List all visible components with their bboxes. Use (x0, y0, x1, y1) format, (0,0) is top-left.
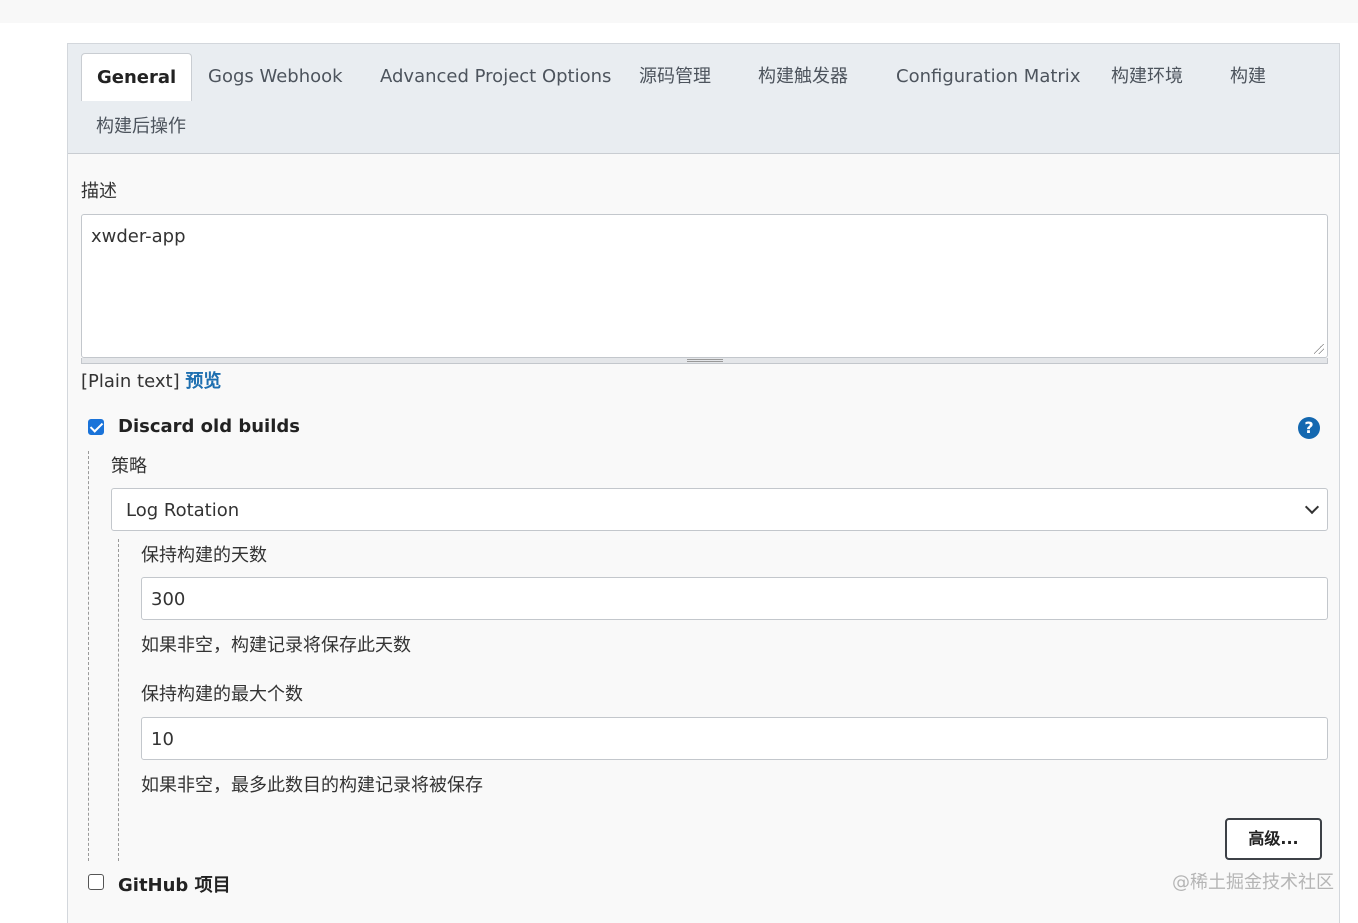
days-to-keep-input[interactable]: 300 (141, 577, 1328, 620)
github-project-label[interactable]: GitHub 项目 (118, 871, 231, 897)
github-project-checkbox[interactable] (88, 874, 104, 890)
discard-old-builds-label[interactable]: Discard old builds (118, 416, 300, 437)
chevron-down-icon (1304, 499, 1320, 515)
format-text: [Plain text] (81, 371, 180, 392)
max-builds-help: 如果非空，最多此数目的构建记录将被保存 (141, 775, 483, 796)
days-to-keep-label: 保持构建的天数 (141, 545, 267, 566)
tab-general[interactable]: General (81, 53, 193, 101)
max-builds-input[interactable]: 10 (141, 717, 1328, 760)
preview-link[interactable]: 预览 (185, 371, 221, 392)
description-label: 描述 (81, 181, 117, 202)
tab-bar: General Gogs Webhook Advanced Project Op… (68, 44, 1339, 154)
discard-section-guide (88, 451, 89, 861)
tab-build-environment[interactable]: 构建环境 (1096, 53, 1198, 101)
advanced-button[interactable]: 高级... (1225, 818, 1322, 860)
tab-source-management[interactable]: 源码管理 (624, 53, 726, 101)
max-builds-value: 10 (151, 729, 174, 750)
textarea-resize-icon[interactable] (1314, 344, 1324, 354)
max-builds-label: 保持构建的最大个数 (141, 684, 303, 705)
tab-configuration-matrix[interactable]: Configuration Matrix (881, 53, 1095, 101)
textarea-resize-bar[interactable] (81, 358, 1328, 364)
tab-build-triggers[interactable]: 构建触发器 (743, 53, 863, 101)
tab-build[interactable]: 构建 (1215, 53, 1281, 101)
strategy-select[interactable]: Log Rotation (111, 488, 1328, 531)
strategy-selected-value: Log Rotation (126, 500, 240, 521)
description-format-line: [Plain text] 预览 (81, 367, 221, 393)
tab-post-build-actions[interactable]: 构建后操作 (81, 103, 201, 151)
days-to-keep-help: 如果非空，构建记录将保存此天数 (141, 635, 411, 656)
description-textarea[interactable]: xwder-app (81, 214, 1328, 358)
discard-old-builds-checkbox[interactable] (88, 419, 104, 435)
help-question-icon[interactable]: ? (1298, 417, 1320, 439)
tab-advanced-project-options[interactable]: Advanced Project Options (365, 53, 626, 101)
tab-gogs-webhook[interactable]: Gogs Webhook (193, 53, 358, 101)
config-panel: General Gogs Webhook Advanced Project Op… (67, 43, 1340, 923)
description-value: xwder-app (91, 226, 186, 247)
rotation-section-guide (118, 539, 119, 861)
days-to-keep-value: 300 (151, 589, 186, 610)
resize-grip-icon (687, 359, 723, 362)
watermark: @稀土掘金技术社区 (1172, 872, 1334, 893)
strategy-label: 策略 (111, 456, 147, 477)
top-strip (0, 0, 1358, 23)
